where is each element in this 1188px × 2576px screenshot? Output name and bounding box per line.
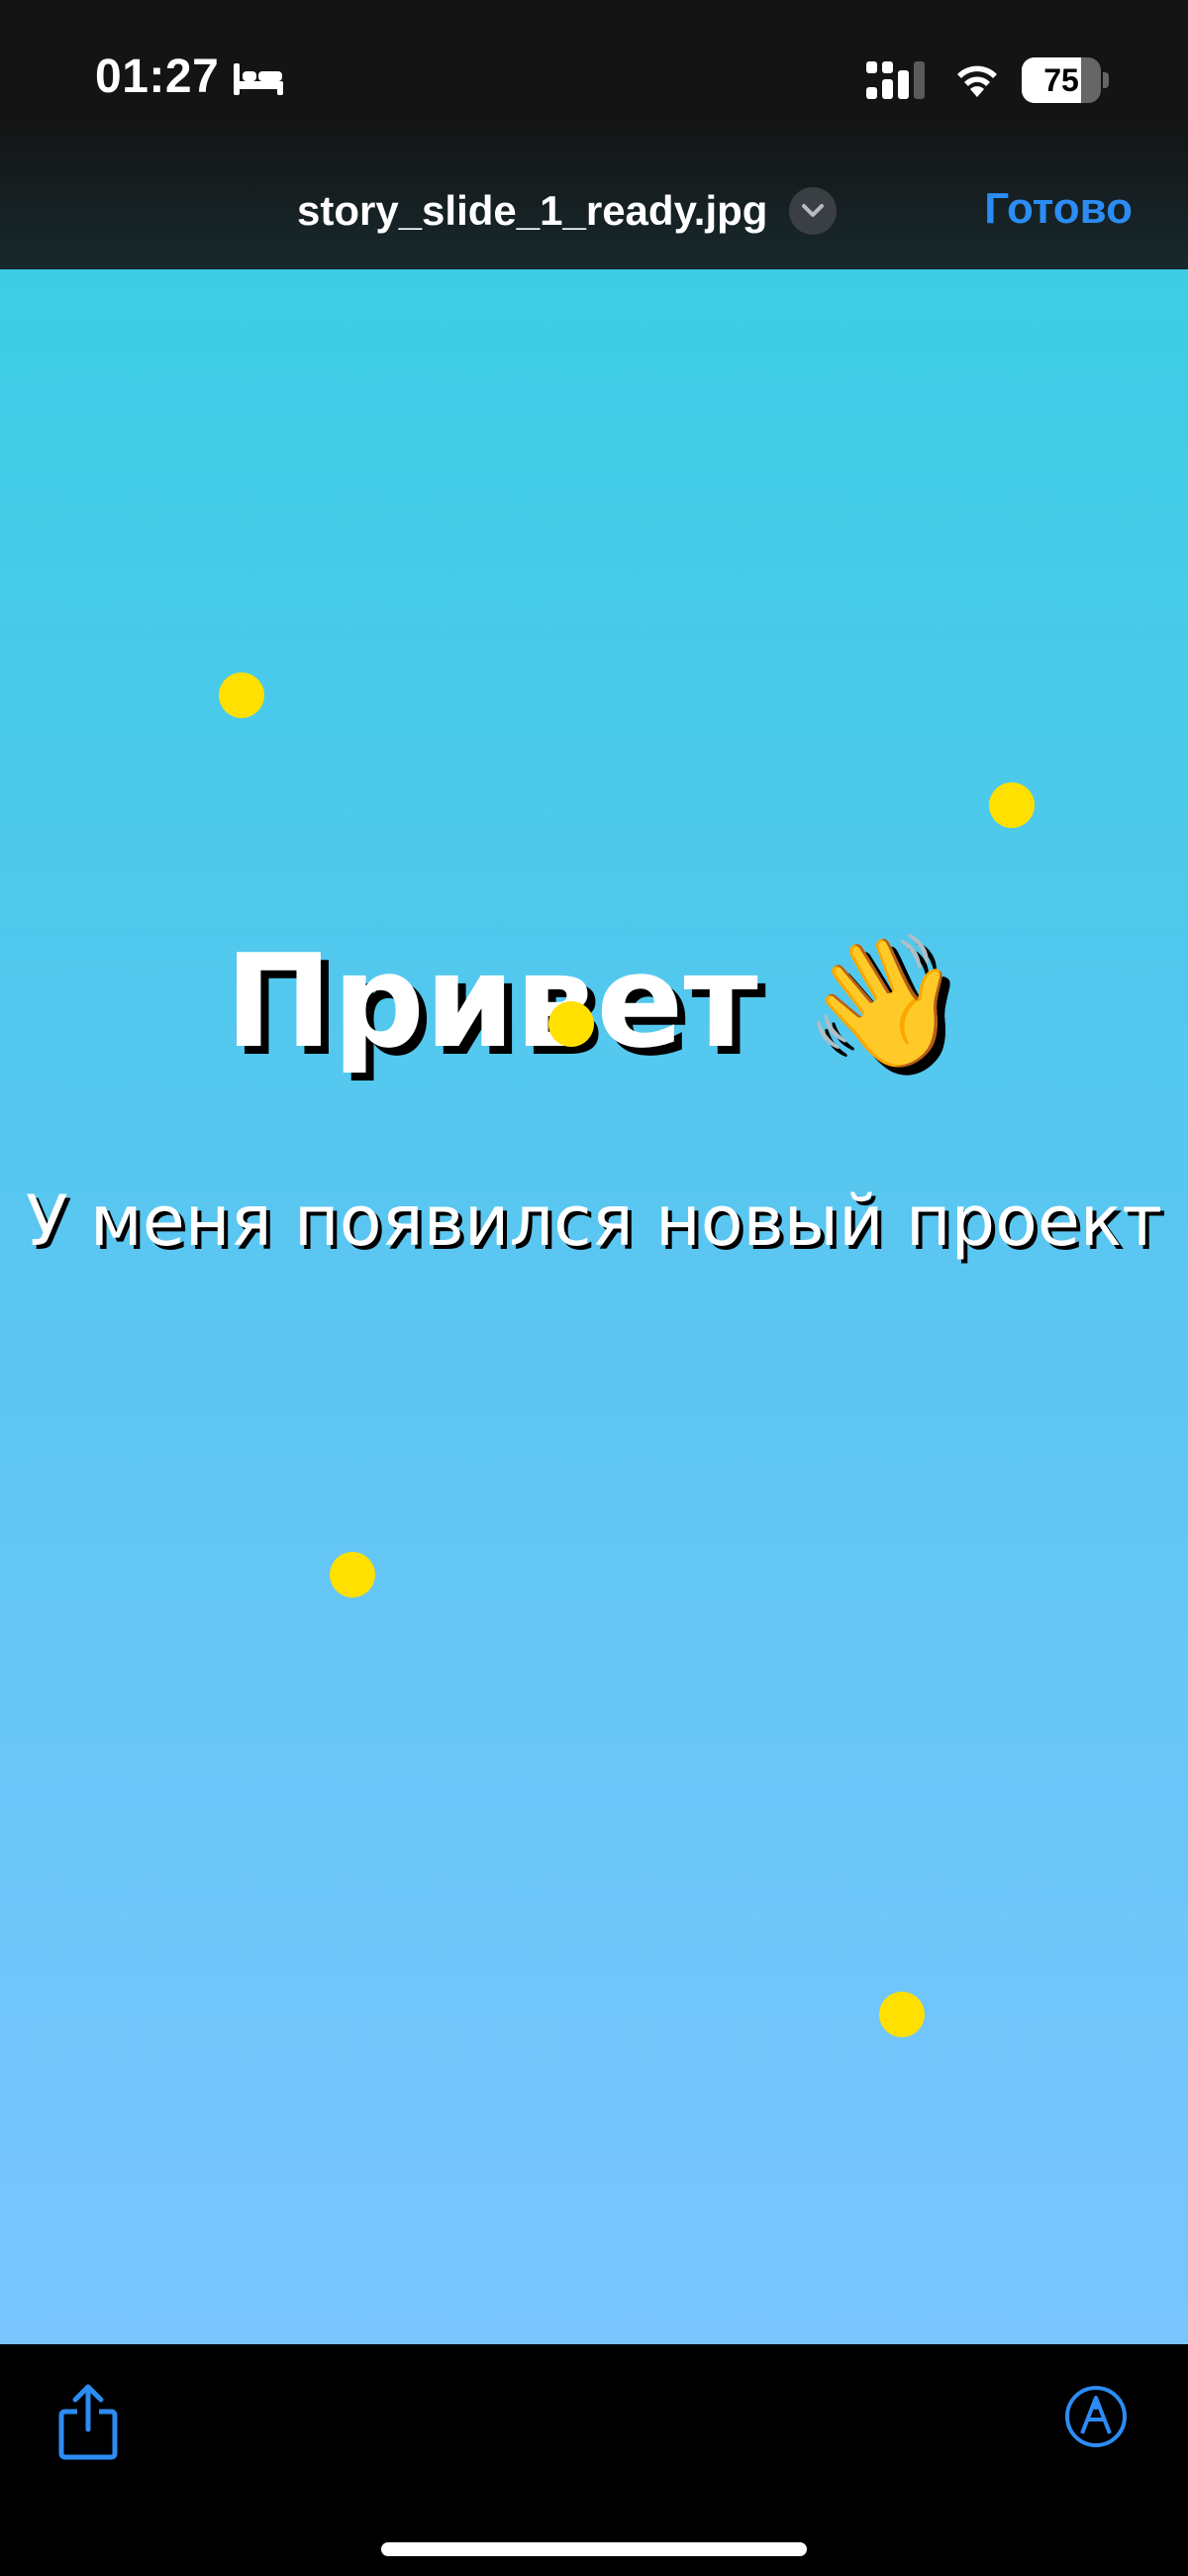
yellow-dot	[989, 782, 1035, 828]
yellow-dot	[548, 1001, 594, 1047]
yellow-dot	[219, 672, 264, 718]
image-preview: Привет 👋 У меня появился новый проект	[0, 269, 1188, 2344]
cellular-signal-icon	[866, 61, 925, 99]
share-icon[interactable]	[55, 2382, 121, 2461]
file-title: story_slide_1_ready.jpg	[297, 187, 768, 234]
bed-icon	[234, 63, 283, 95]
bottom-toolbar	[0, 2344, 1188, 2576]
battery-level: 75	[1043, 62, 1079, 98]
file-title-menu[interactable]: story_slide_1_ready.jpg	[297, 178, 838, 244]
chevron-down-icon[interactable]	[789, 187, 838, 235]
home-indicator	[381, 2542, 807, 2556]
battery-body: 75	[1022, 57, 1101, 103]
yellow-dot	[879, 1992, 925, 2037]
markup-icon[interactable]	[1063, 2384, 1129, 2449]
battery-cap	[1103, 72, 1109, 88]
status-time: 01:27	[95, 51, 220, 103]
quick-look-screen: 01:27 75 story_slide_1_ready.jpg Готово …	[0, 0, 1188, 2576]
slide-headline: Привет 👋	[225, 926, 963, 1077]
done-button[interactable]: Готово	[984, 184, 1133, 234]
yellow-dot	[330, 1552, 375, 1597]
slide-subline: У меня появился новый проект	[26, 1181, 1162, 1262]
status-bar: 01:27 75	[0, 0, 1188, 158]
battery-indicator: 75	[1022, 57, 1109, 103]
wifi-icon	[957, 65, 997, 97]
top-chrome: 01:27 75 story_slide_1_ready.jpg Готово	[0, 0, 1188, 269]
nav-bar: story_slide_1_ready.jpg Готово	[0, 158, 1188, 269]
